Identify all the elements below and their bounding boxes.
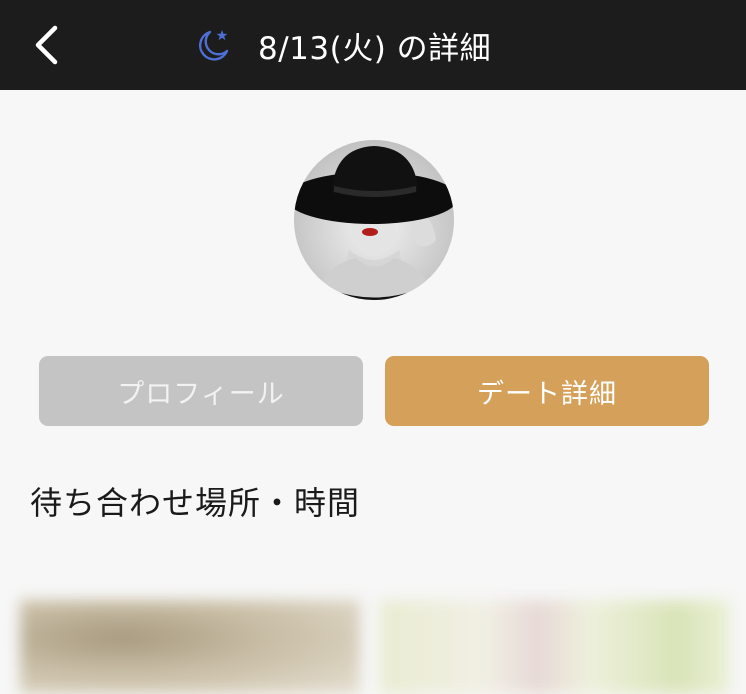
tab-date-detail-label: デート詳細 <box>477 378 617 410</box>
tab-profile[interactable]: プロフィール <box>39 356 363 426</box>
location-photos <box>0 600 746 694</box>
header-title-group: 8/13(火) の詳細 <box>196 22 491 68</box>
page-title: 8/13(火) の詳細 <box>258 30 492 67</box>
moon-star-icon <box>199 30 229 61</box>
section-title: 待ち合わせ場所・時間 <box>30 484 361 522</box>
chevron-left-icon <box>35 25 58 65</box>
map-photo[interactable] <box>380 600 730 694</box>
avatar-image <box>294 140 454 300</box>
tab-date-detail[interactable]: デート詳細 <box>385 356 709 426</box>
location-photo[interactable] <box>20 600 360 694</box>
back-button[interactable] <box>22 22 70 68</box>
header-bar: 8/13(火) の詳細 <box>0 0 746 90</box>
avatar[interactable] <box>294 140 454 300</box>
tab-profile-label: プロフィール <box>117 378 285 410</box>
date-detail-screen: 8/13(火) の詳細 プロフィール デート詳細 待ち合わせ場所・時間 <box>0 0 746 694</box>
